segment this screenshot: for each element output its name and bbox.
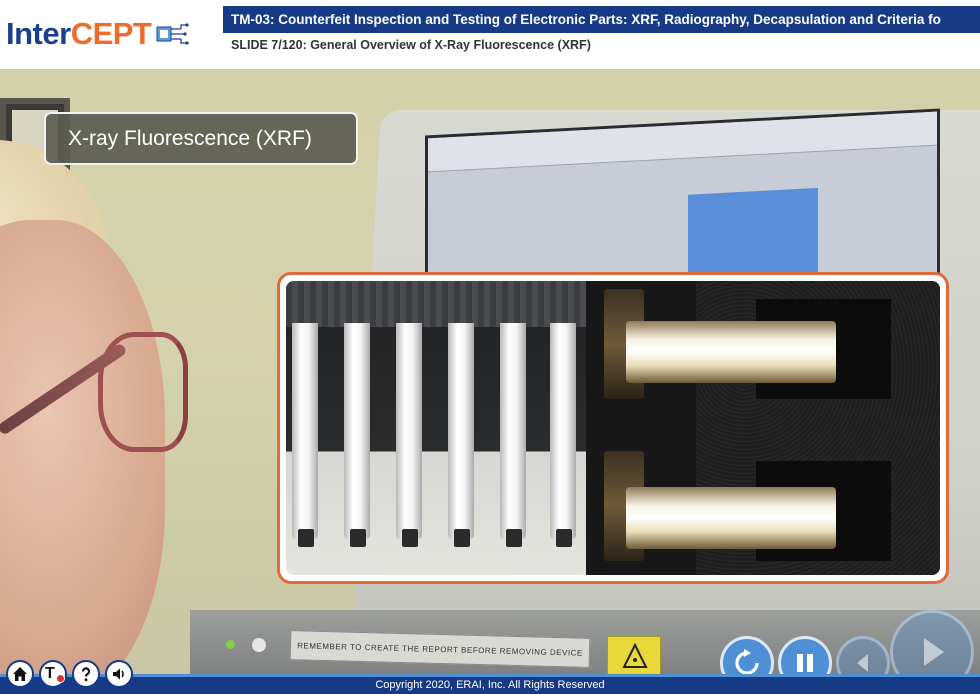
speaker-icon [113,668,124,680]
status-led [252,638,266,652]
audio-button[interactable] [105,660,133,688]
header: Inter CEPT TM-03: Counterfeit Inspection … [0,0,980,70]
next-icon [924,638,944,666]
copyright-text: Copyright 2020, ERAI, Inc. All Rights Re… [375,679,605,691]
footer-bar: Copyright 2020, ERAI, Inc. All Rights Re… [0,674,980,694]
table-of-contents-icon: T [45,665,65,683]
slide-title: SLIDE 7/120: General Overview of X-Ray F… [231,38,591,52]
help-button[interactable] [72,660,100,688]
component-leads-closeup-photo [586,281,940,575]
logo-text-inter: Inter [6,16,71,51]
power-led [226,640,235,649]
circuit-chip-icon [156,23,189,45]
toc-letter: T [45,665,55,682]
course-title: TM-03: Counterfeit Inspection and Testin… [223,6,980,33]
utility-buttons: T [6,660,133,688]
previous-icon [857,654,868,672]
logo-text-cept: CEPT [70,16,152,51]
section-callout: X-ray Fluorescence (XRF) [44,112,358,165]
home-button[interactable] [6,660,34,688]
component-lead-inset [277,272,949,584]
ic-pins-photo [286,281,586,575]
table-of-contents-button[interactable]: T [39,660,67,688]
pause-icon [797,654,813,672]
home-icon [13,667,27,681]
intercept-logo: Inter CEPT [6,12,189,56]
radiation-hazard-sticker [607,636,661,674]
help-icon [81,667,91,682]
